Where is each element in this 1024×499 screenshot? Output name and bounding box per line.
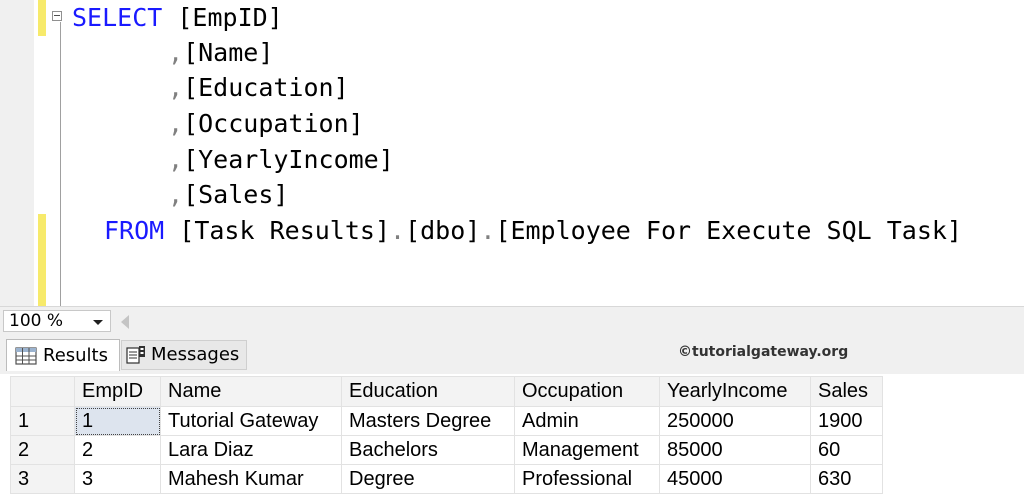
column-header[interactable]: EmpID xyxy=(74,376,161,407)
grid-cell[interactable]: 250000 xyxy=(659,406,811,436)
sql-editor[interactable]: SELECT [EmpID] ,[Name] ,[Education] ,[Oc… xyxy=(0,0,1024,306)
grid-cell[interactable]: Bachelors xyxy=(341,435,515,465)
table-name: [Employee For Execute SQL Task] xyxy=(495,216,962,245)
code-line-6: ,[Sales] xyxy=(72,178,288,212)
collapse-toggle-icon[interactable] xyxy=(52,11,62,21)
code-line-2: ,[Name] xyxy=(72,36,273,70)
dot: . xyxy=(480,216,496,245)
chevron-down-icon[interactable] xyxy=(93,320,103,325)
row-number[interactable]: 1 xyxy=(10,406,75,436)
column-yearlyincome: [YearlyIncome] xyxy=(183,145,394,174)
messages-icon xyxy=(126,346,145,364)
grid-cell[interactable]: Management xyxy=(514,435,660,465)
grid-cell[interactable]: Professional xyxy=(514,464,660,494)
database-name: [Task Results] xyxy=(179,216,390,245)
keyword-from: FROM xyxy=(104,216,165,245)
column-header[interactable]: Sales xyxy=(810,376,883,407)
grid-cell[interactable]: 3 xyxy=(74,464,161,494)
results-grid: EmpID Name Education Occupation YearlyIn… xyxy=(10,376,883,494)
column-sales: [Sales] xyxy=(183,180,289,209)
comma: , xyxy=(168,145,184,174)
code-line-3: ,[Education] xyxy=(72,71,349,105)
grid-cell[interactable]: 1900 xyxy=(810,406,883,436)
grid-corner[interactable] xyxy=(10,376,75,407)
comma: , xyxy=(168,109,184,138)
column-education: [Education] xyxy=(183,73,349,102)
table-row: 1 1 Tutorial Gateway Masters Degree Admi… xyxy=(10,406,883,436)
grid-cell[interactable]: 630 xyxy=(810,464,883,494)
table-row: 2 2 Lara Diaz Bachelors Management 85000… xyxy=(10,435,883,465)
tab-messages[interactable]: Messages xyxy=(121,340,247,370)
scroll-left-icon[interactable] xyxy=(121,315,129,329)
grid-cell[interactable]: Masters Degree xyxy=(341,406,515,436)
outline-guide xyxy=(60,22,61,306)
column-empid: [EmpID] xyxy=(177,3,283,32)
zoom-value: 100 % xyxy=(9,311,64,331)
code-line-4: ,[Occupation] xyxy=(72,107,364,141)
column-occupation: [Occupation] xyxy=(183,109,364,138)
comma: , xyxy=(168,180,184,209)
table-row: 3 3 Mahesh Kumar Degree Professional 450… xyxy=(10,464,883,494)
zoom-select[interactable]: 100 % xyxy=(3,310,111,332)
grid-cell[interactable]: Admin xyxy=(514,406,660,436)
results-grid-area: EmpID Name Education Occupation YearlyIn… xyxy=(0,374,1024,499)
grid-cell[interactable]: Tutorial Gateway xyxy=(160,406,342,436)
comma: , xyxy=(168,73,184,102)
change-indicator xyxy=(38,0,46,36)
dot: . xyxy=(390,216,406,245)
row-number[interactable]: 2 xyxy=(10,435,75,465)
grid-cell[interactable]: 45000 xyxy=(659,464,811,494)
grid-cell[interactable]: Lara Diaz xyxy=(160,435,342,465)
code-line-1: SELECT [EmpID] xyxy=(72,1,283,35)
grid-cell[interactable]: Mahesh Kumar xyxy=(160,464,342,494)
grid-header-row: EmpID Name Education Occupation YearlyIn… xyxy=(10,376,883,407)
column-header[interactable]: Education xyxy=(341,376,515,407)
grid-cell[interactable]: 85000 xyxy=(659,435,811,465)
grid-cell[interactable]: 60 xyxy=(810,435,883,465)
grid-cell[interactable]: 2 xyxy=(74,435,161,465)
column-header[interactable]: Name xyxy=(160,376,342,407)
editor-gutter xyxy=(0,0,34,306)
row-number[interactable]: 3 xyxy=(10,464,75,494)
change-indicator xyxy=(38,214,46,306)
results-tab-strip: Results Messages ©tutorialgateway.org xyxy=(0,334,1024,374)
zoom-bar: 100 % xyxy=(0,306,1024,334)
comma: , xyxy=(168,38,184,67)
tab-results-label: Results xyxy=(43,344,108,366)
grid-cell[interactable]: Degree xyxy=(341,464,515,494)
code-line-7: FROM [Task Results].[dbo].[Employee For … xyxy=(72,214,962,248)
watermark: ©tutorialgateway.org xyxy=(678,344,849,360)
column-header[interactable]: Occupation xyxy=(514,376,660,407)
keyword-select: SELECT xyxy=(72,3,163,32)
schema-name: [dbo] xyxy=(405,216,481,245)
column-name: [Name] xyxy=(183,38,274,67)
grid-cell[interactable]: 1 xyxy=(74,406,161,436)
column-header[interactable]: YearlyIncome xyxy=(659,376,811,407)
grid-icon xyxy=(15,346,37,365)
code-line-5: ,[YearlyIncome] xyxy=(72,143,394,177)
tab-messages-label: Messages xyxy=(151,344,240,365)
tab-results[interactable]: Results xyxy=(6,339,120,371)
